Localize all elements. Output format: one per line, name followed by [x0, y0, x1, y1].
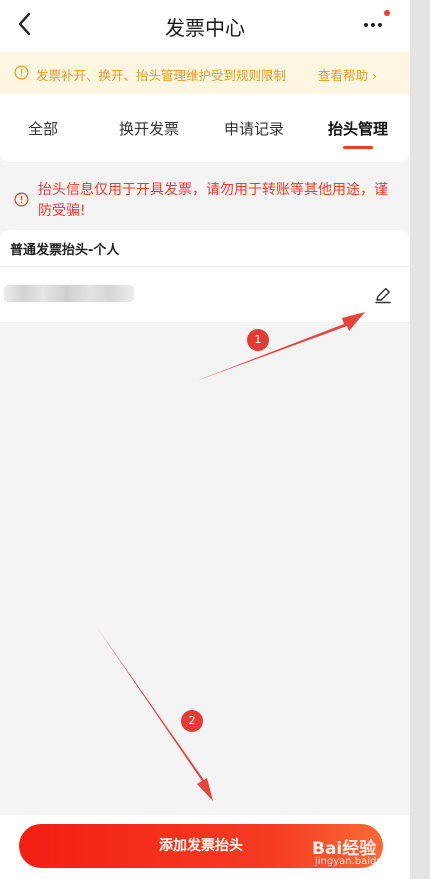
edit-icon[interactable] [372, 284, 394, 306]
blurred-title-name[interactable] [4, 285, 134, 302]
annotation-badge-1: 1 [247, 329, 269, 351]
warning-icon [14, 192, 29, 207]
more-dot [371, 23, 375, 27]
active-tab-indicator [343, 146, 373, 149]
divider [0, 266, 410, 267]
tab-bar: 全部 换开发票 申请记录 抬头管理 [0, 94, 410, 162]
watermark-url: jingyan.baidu.com [315, 856, 408, 867]
section-heading: 普通发票抬头-个人 [10, 243, 120, 258]
page-title: 发票中心 [165, 16, 245, 40]
right-edge-strip [410, 0, 430, 879]
rule-notice-bar: 发票补开、换开、抬头管理维护受到规则限制 查看帮助 › [0, 52, 410, 94]
top-nav-bar: 发票中心 [0, 0, 410, 52]
tab-application-records[interactable]: 申请记录 [224, 118, 284, 139]
tab-title-management[interactable]: 抬头管理 [328, 118, 388, 139]
tab-reissue-invoice[interactable]: 换开发票 [119, 118, 179, 139]
annotation-arrow-1 [196, 312, 365, 381]
anti-fraud-warning: 抬头信息仅用于开具发票，请勿用于转账等其他用途，谨防受骗! [0, 170, 410, 222]
info-icon [14, 65, 29, 80]
more-dot [364, 23, 368, 27]
more-options-icon[interactable] [360, 10, 390, 38]
help-link[interactable]: 查看帮助 › [318, 65, 377, 84]
invoice-title-card: 普通发票抬头-个人 [0, 230, 410, 322]
notification-dot [384, 10, 390, 16]
more-dot [378, 23, 382, 27]
annotation-badge-2: 2 [181, 710, 203, 732]
notice-text: 发票补开、换开、抬头管理维护受到规则限制 [36, 68, 287, 83]
tab-all[interactable]: 全部 [28, 118, 58, 139]
warning-text: 抬头信息仅用于开具发票，请勿用于转账等其他用途，谨防受骗! [38, 182, 388, 219]
invoice-center-page: 发票中心 发票补开、换开、抬头管理维护受到规则限制 查看帮助 › 全部 换开发票… [0, 0, 410, 879]
